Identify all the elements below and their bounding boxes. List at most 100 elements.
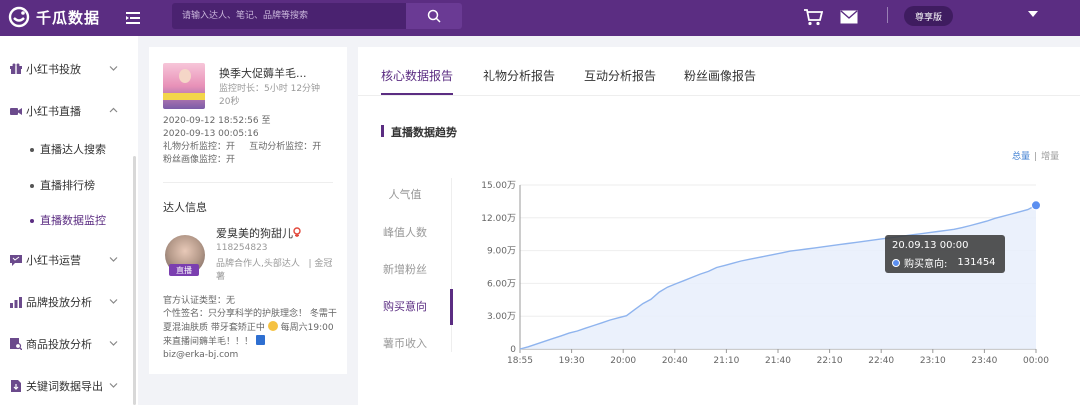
- user-dropdown-caret-icon[interactable]: [1028, 11, 1038, 17]
- sidebar-item-label: 商品投放分析: [26, 338, 92, 351]
- kol-section-title: 达人信息: [163, 201, 207, 214]
- x-tick-label: 23:40: [971, 356, 997, 366]
- sidebar-subitem-label: 直播达人搜索: [40, 143, 106, 156]
- y-tick-label: 9.00万: [487, 247, 516, 257]
- sidebar-item-label: 小红书运营: [26, 254, 81, 267]
- kol-name[interactable]: 爱臭美的狗甜儿: [216, 225, 293, 241]
- y-tick-label: 6.00万: [487, 279, 516, 289]
- kol-email: biz@erka-bj.com: [163, 350, 239, 360]
- metric-peak-viewers[interactable]: 峰值人数: [360, 224, 450, 240]
- metric-coin-income[interactable]: 薯币收入: [360, 335, 450, 351]
- x-tick-label: 19:30: [559, 356, 585, 366]
- x-tick-label: 23:10: [920, 356, 946, 366]
- sidebar-item-label: 小红书直播: [26, 105, 81, 118]
- app-name: 千瓜数据: [36, 8, 101, 27]
- x-tick-label: 21:40: [765, 356, 791, 366]
- bar-chart-icon: [10, 297, 22, 308]
- book-emoji-icon: [255, 335, 265, 345]
- live-cover-thumbnail[interactable]: [163, 63, 205, 109]
- tooltip-time: 20.09.13 00:00: [892, 240, 969, 251]
- list-search-icon: [10, 338, 22, 350]
- toggle-separator: |: [1034, 152, 1038, 162]
- data-point: [1031, 200, 1041, 211]
- gift-icon: [10, 63, 22, 74]
- sidebar-item-label: 关键词数据导出: [26, 380, 103, 393]
- live-meta: 2020-09-12 18:52:56 至 2020-09-13 00:05:1…: [163, 115, 321, 167]
- x-tick-label: 20:00: [610, 356, 636, 366]
- chart-tooltip: 20.09.13 00:00 购买意向: 131454: [885, 235, 1005, 273]
- smile-emoji-icon: [267, 321, 278, 331]
- x-tick-label: 18:55: [507, 356, 533, 366]
- chevron-up-icon: [109, 107, 118, 113]
- toggle-increment[interactable]: 增量: [1041, 152, 1059, 162]
- y-tick-label: 12.00万: [481, 214, 516, 224]
- monitor-status-line: 礼物分析监控：开 互动分析监控：开: [163, 142, 322, 152]
- search-box: [172, 3, 406, 29]
- sidebar-item-brand-analysis[interactable]: 品牌投放分析: [0, 290, 132, 314]
- live-time-start: 2020-09-12 18:52:56 至: [163, 116, 271, 126]
- sidebar-item-label: 品牌投放分析: [26, 296, 92, 309]
- metric-purchase-intent[interactable]: 购买意向: [360, 298, 450, 314]
- sidebar-subitem-live-ranking[interactable]: 直播排行榜: [0, 174, 132, 196]
- sidebar-item-label: 小红书投放: [26, 63, 81, 76]
- monitor-duration-label: 监控时长：: [219, 84, 265, 94]
- vip-badge[interactable]: 尊享版: [904, 6, 953, 26]
- collapse-menu-icon[interactable]: [124, 9, 142, 27]
- active-metric-indicator: [450, 289, 453, 325]
- divider: [163, 182, 333, 183]
- sidebar-subitem-live-monitor[interactable]: 直播数据监控: [0, 209, 132, 231]
- chevron-down-icon: [109, 383, 118, 388]
- x-tick-label: 00:00: [1023, 356, 1049, 366]
- tab-gift-analysis[interactable]: 礼物分析报告: [483, 67, 555, 84]
- gender-icon: [293, 227, 301, 237]
- toggle-total[interactable]: 总量: [1012, 152, 1030, 162]
- header-divider: [887, 7, 888, 23]
- export-icon: [11, 380, 21, 392]
- monitor-status-line: 粉丝画像监控：开: [163, 155, 236, 165]
- sidebar-item-keyword-export[interactable]: 关键词数据导出: [0, 374, 132, 398]
- monitor-duration: 监控时长：5小时 12分钟 20秒: [219, 83, 334, 109]
- tooltip-series-name: 购买意向:: [904, 259, 948, 270]
- chevron-down-icon: [109, 66, 118, 71]
- y-tick-label: 3.00万: [487, 312, 516, 322]
- section-accent-bar: [381, 125, 384, 137]
- metric-popularity[interactable]: 人气值: [360, 186, 450, 202]
- tooltip-value: 131454: [957, 257, 996, 268]
- chart-section-title: 直播数据趋势: [391, 126, 457, 139]
- y-tick-label: 0: [510, 345, 516, 355]
- mail-icon[interactable]: [840, 10, 858, 24]
- video-icon: [10, 108, 22, 115]
- live-time-end: 2020-09-13 00:05:16: [163, 129, 259, 139]
- active-tab-indicator: [381, 93, 453, 95]
- sidebar-item-product-analysis[interactable]: 商品投放分析: [0, 332, 132, 356]
- live-title[interactable]: 换季大促薅羊毛...: [219, 65, 307, 81]
- sidebar-scrollbar[interactable]: [133, 156, 136, 405]
- series-area: [520, 205, 1036, 349]
- metric-new-fans[interactable]: 新增粉丝: [360, 261, 450, 277]
- sidebar-subitem-live-kol-search[interactable]: 直播达人搜索: [0, 138, 132, 160]
- app-logo[interactable]: 千瓜数据: [8, 6, 100, 28]
- tab-core-data[interactable]: 核心数据报告: [381, 67, 453, 84]
- bullet-dot: [30, 219, 34, 223]
- chevron-down-icon: [109, 341, 118, 346]
- search-button[interactable]: [406, 3, 462, 29]
- kol-tags: 品牌合作人,头部达人 | 金冠薯: [216, 259, 333, 282]
- tab-interaction-analysis[interactable]: 互动分析报告: [584, 67, 656, 84]
- kol-signature: 个性签名：只分享科学的护肤理念！ 冬需干夏混油肤质 带牙套矫正中 每周六19:0…: [163, 308, 338, 349]
- sidebar-item-xhs-operation[interactable]: 小红书运营: [0, 248, 132, 272]
- sidebar: 小红书投放 小红书直播 直播达人搜索 直播排行榜 直播数据监控 小红书运营 品牌…: [0, 36, 138, 405]
- live-info-card: 换季大促薅羊毛... 监控时长：5小时 12分钟 20秒 2020-09-12 …: [149, 47, 347, 374]
- tabs-divider: [358, 95, 1080, 96]
- tab-fans-profile[interactable]: 粉丝画像报告: [684, 67, 756, 84]
- kol-id: 118254823: [216, 243, 268, 253]
- y-tick-label: 15.00万: [481, 181, 516, 191]
- live-badge: 直播: [169, 264, 199, 276]
- series-marker-icon: [892, 258, 900, 267]
- sidebar-item-xhs-live[interactable]: 小红书直播: [0, 99, 132, 123]
- search-icon: [427, 9, 441, 23]
- cart-icon[interactable]: [803, 8, 823, 26]
- top-bar: 千瓜数据 尊享版: [0, 0, 1080, 36]
- sidebar-subitem-label: 直播排行榜: [40, 179, 95, 192]
- search-input[interactable]: [172, 3, 406, 29]
- sidebar-item-xhs-promotion[interactable]: 小红书投放: [0, 57, 132, 81]
